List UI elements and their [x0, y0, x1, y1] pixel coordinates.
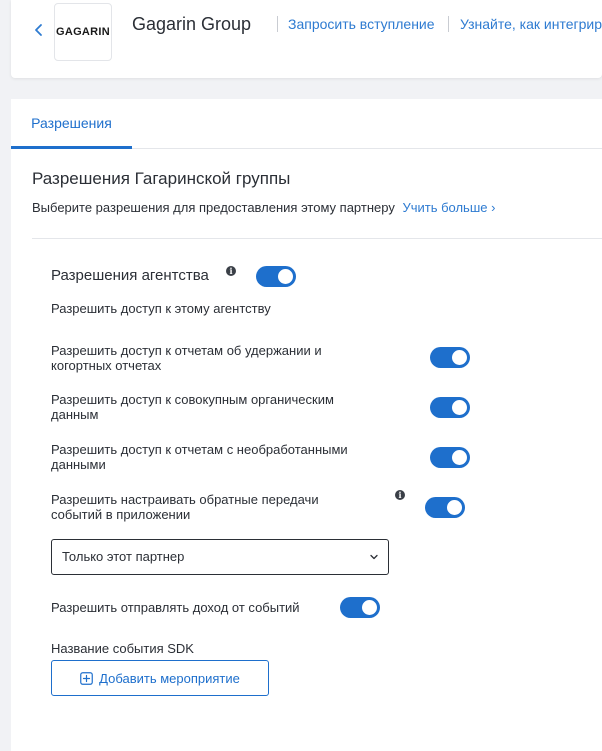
plus-square-icon — [80, 671, 93, 685]
permissions-panel: Разрешения Разрешения Гагаринской группы… — [11, 99, 602, 751]
partner-header: GAGARIN Gagarin Group Запросить вступлен… — [11, 0, 602, 78]
permission-retention-label: Разрешить доступ к отчетам об удержании … — [51, 343, 322, 373]
label-line: Разрешить настраивать обратные передачи — [51, 492, 319, 507]
sdk-event-label: Название события SDK — [51, 641, 194, 656]
tab-bar: Разрешения — [11, 99, 602, 149]
label-line: Разрешить доступ к отчетам с необработан… — [51, 442, 348, 457]
info-icon[interactable]: i — [226, 266, 236, 276]
chevron-down-icon — [370, 554, 378, 560]
learn-more-link[interactable]: Учить больше › — [402, 200, 495, 215]
section-subtitle-text: Выберите разрешения для предоставления э… — [32, 200, 395, 215]
header-separator — [448, 16, 449, 32]
label-line: данным — [51, 407, 99, 422]
toggle-knob — [362, 600, 377, 615]
agency-permissions-title: Разрешения агентства — [51, 267, 209, 284]
header-separator — [277, 16, 278, 32]
toggle-knob — [452, 400, 467, 415]
label-line: Разрешить доступ к совокупным органическ… — [51, 392, 334, 407]
postback-scope-value: Только этот партнер — [62, 549, 185, 564]
partner-name: Gagarin Group — [132, 14, 252, 34]
revenue-label: Разрешить отправлять доход от событий — [51, 600, 300, 615]
add-event-button-label: Добавить мероприятие — [99, 670, 240, 686]
label-line: когортных отчетах — [51, 358, 162, 373]
learn-integration-link[interactable]: Узнайте, как интегрир — [460, 16, 602, 32]
divider — [32, 238, 602, 239]
section-title: Разрешения Гагаринской группы — [32, 169, 291, 188]
request-join-link[interactable]: Запросить вступление — [288, 16, 435, 32]
label-line: данными — [51, 457, 106, 472]
permission-organic-label: Разрешить доступ к совокупным органическ… — [51, 392, 334, 422]
permission-retention-toggle[interactable] — [430, 347, 470, 368]
info-icon[interactable]: i — [395, 490, 405, 500]
revenue-toggle[interactable] — [340, 597, 380, 618]
permission-postbacks-label: Разрешить настраивать обратные передачи … — [51, 492, 319, 522]
toggle-knob — [452, 450, 467, 465]
postback-scope-select[interactable]: Только этот партнер — [51, 539, 389, 575]
label-line: событий в приложении — [51, 507, 191, 522]
section-subtitle: Выберите разрешения для предоставления э… — [32, 200, 495, 215]
chevron-left-icon — [35, 24, 42, 36]
permission-raw-data-toggle[interactable] — [430, 447, 470, 468]
agency-permissions-toggle[interactable] — [256, 266, 296, 287]
label-line: Разрешить доступ к отчетам об удержании … — [51, 343, 322, 358]
toggle-knob — [278, 269, 293, 284]
tab-permissions[interactable]: Разрешения — [11, 99, 132, 149]
agency-access-label: Разрешить доступ к этому агентству — [51, 301, 271, 316]
add-event-button[interactable]: Добавить мероприятие — [51, 660, 269, 696]
toggle-knob — [447, 500, 462, 515]
toggle-knob — [452, 350, 467, 365]
back-button[interactable] — [31, 22, 47, 38]
permission-postbacks-toggle[interactable] — [425, 497, 465, 518]
permission-raw-data-label: Разрешить доступ к отчетам с необработан… — [51, 442, 348, 472]
partner-logo-text: GAGARIN — [55, 26, 111, 38]
partner-logo: GAGARIN — [54, 3, 112, 61]
permission-organic-toggle[interactable] — [430, 397, 470, 418]
